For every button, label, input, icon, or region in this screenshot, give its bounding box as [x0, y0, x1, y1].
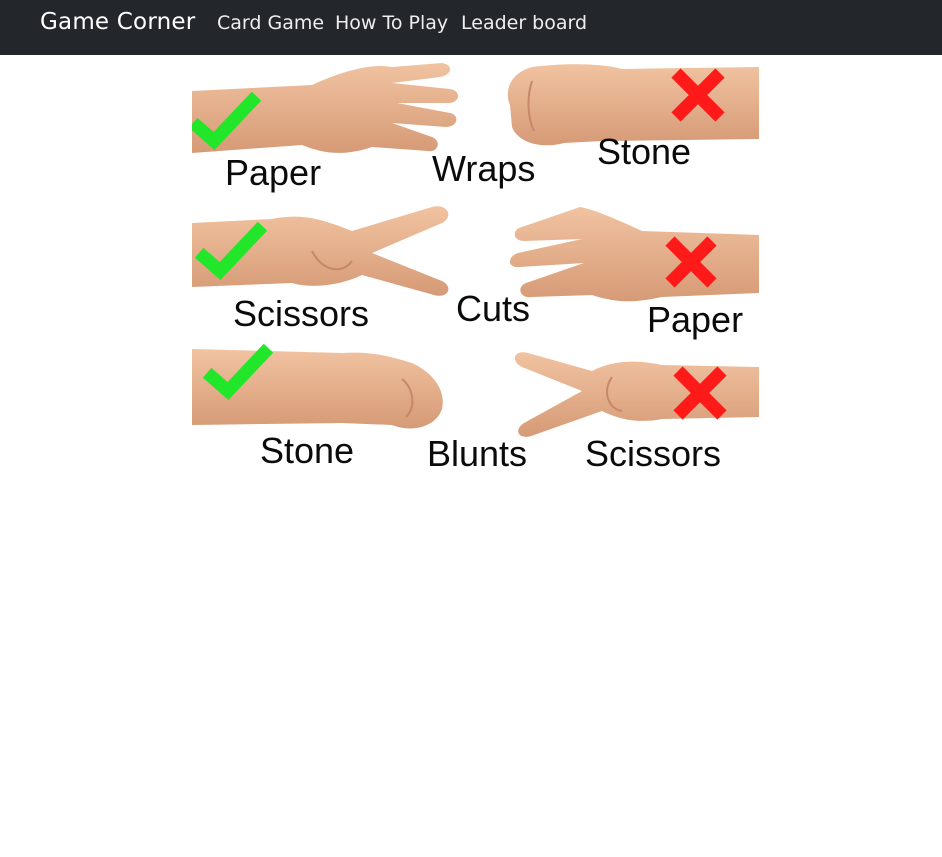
nav-card-game[interactable]: Card Game	[217, 10, 324, 36]
row1-loser-label: Stone	[597, 131, 691, 172]
row2-verb-label: Cuts	[456, 288, 530, 329]
nav-how-to-play[interactable]: How To Play	[335, 10, 448, 36]
row3-winner-label: Stone	[260, 430, 354, 471]
row2-winner-label: Scissors	[233, 293, 369, 334]
brand-link[interactable]: Game Corner	[40, 7, 195, 37]
nav-leader-board[interactable]: Leader board	[461, 10, 587, 36]
row3-loser-label: Scissors	[585, 433, 721, 472]
top-navbar: Game Corner Card Game How To Play Leader…	[0, 0, 942, 55]
rules-illustration: Paper Wraps Stone Scissors Cuts Paper St…	[192, 61, 759, 472]
row1-winner-label: Paper	[225, 152, 321, 193]
row2-loser-label: Paper	[647, 299, 743, 340]
row3-verb-label: Blunts	[427, 433, 527, 472]
row1-verb-label: Wraps	[432, 148, 535, 189]
